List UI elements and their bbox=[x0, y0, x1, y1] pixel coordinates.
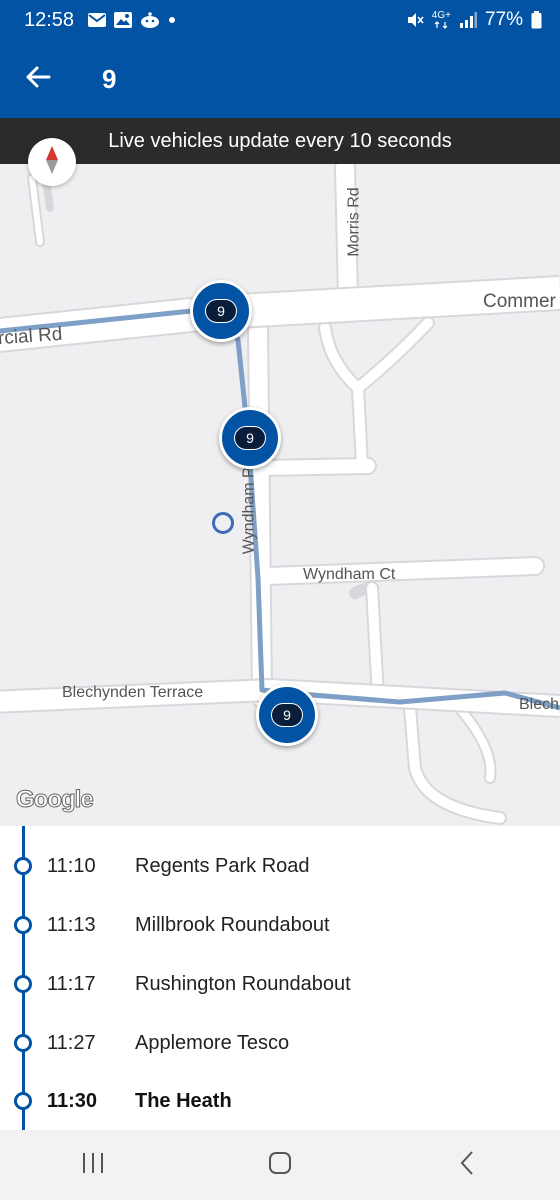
app-bar: 9 bbox=[0, 40, 560, 118]
reddit-icon bbox=[140, 12, 160, 28]
road-label: Blechynden Terrace bbox=[62, 684, 204, 701]
stop-time: 11:30 bbox=[47, 1089, 98, 1112]
back-chevron-icon bbox=[458, 1150, 476, 1181]
road-label: Blech bbox=[519, 696, 560, 713]
mute-icon bbox=[406, 11, 424, 29]
signal-icon bbox=[459, 12, 477, 28]
system-nav-bar bbox=[0, 1130, 560, 1200]
stop-time: 11:10 bbox=[47, 854, 96, 877]
status-bar: 12:58 4G+ 77% bbox=[0, 0, 560, 40]
bus-stop-marker[interactable] bbox=[212, 512, 234, 534]
road-label: Wyndham Pl bbox=[240, 463, 258, 555]
stop-time: 11:27 bbox=[47, 1031, 96, 1054]
recents-button[interactable] bbox=[53, 1135, 133, 1195]
compass-icon bbox=[42, 145, 62, 180]
stop-time: 11:13 bbox=[47, 913, 96, 936]
stop-circle-icon bbox=[14, 857, 32, 875]
bus-marker[interactable]: 9 bbox=[219, 407, 281, 469]
image-icon bbox=[114, 12, 133, 28]
stop-circle-icon bbox=[14, 916, 32, 934]
list-item[interactable]: 11:10 Regents Park Road bbox=[0, 837, 560, 895]
list-item[interactable]: 11:30 The Heath bbox=[0, 1072, 560, 1130]
arrow-left-icon bbox=[25, 65, 51, 94]
battery-icon bbox=[531, 11, 542, 29]
stop-circle-icon bbox=[14, 975, 32, 993]
home-icon bbox=[267, 1150, 293, 1181]
route-map[interactable]: Commer rcial Rd Morris Rd Wyndham Pl Wyn… bbox=[0, 118, 560, 826]
road-label: Morris Rd bbox=[345, 187, 363, 257]
road-label: Wyndham Ct bbox=[303, 566, 396, 583]
dot-icon bbox=[168, 16, 176, 24]
bus-route-badge: 9 bbox=[271, 703, 303, 727]
bus-route-badge: 9 bbox=[234, 426, 266, 450]
bus-marker[interactable]: 9 bbox=[256, 684, 318, 746]
home-button[interactable] bbox=[240, 1135, 320, 1195]
back-button[interactable] bbox=[0, 40, 76, 118]
status-time: 12:58 bbox=[24, 8, 75, 31]
recents-icon bbox=[80, 1151, 106, 1180]
stops-list: 11:10 Regents Park Road 11:13 Millbrook … bbox=[0, 826, 560, 1200]
route-title: 9 bbox=[102, 63, 117, 94]
bus-marker[interactable]: 9 bbox=[190, 280, 252, 342]
stop-name: Regents Park Road bbox=[135, 854, 310, 877]
list-item[interactable]: 11:17 Rushington Roundabout bbox=[0, 955, 560, 1013]
mail-icon bbox=[88, 13, 107, 27]
route-line bbox=[0, 305, 560, 711]
list-item[interactable]: 11:27 Applemore Tesco bbox=[0, 1014, 560, 1072]
system-back-button[interactable] bbox=[427, 1135, 507, 1195]
road-label: rcial Rd bbox=[0, 323, 64, 350]
road-label: Commer bbox=[483, 291, 556, 312]
compass-button[interactable] bbox=[28, 138, 76, 186]
live-update-banner: Live vehicles update every 10 seconds bbox=[0, 118, 560, 164]
stop-circle-icon bbox=[14, 1034, 32, 1052]
stop-name: Applemore Tesco bbox=[135, 1031, 290, 1054]
battery-percent: 77% bbox=[484, 9, 523, 30]
stop-time: 11:17 bbox=[47, 972, 96, 995]
bus-route-badge: 9 bbox=[205, 299, 237, 323]
list-item[interactable]: 11:13 Millbrook Roundabout bbox=[0, 896, 560, 954]
google-logo: Google bbox=[16, 786, 95, 814]
network-4g-icon: 4G+ bbox=[432, 11, 451, 29]
stop-name: The Heath bbox=[135, 1089, 232, 1112]
stop-name: Rushington Roundabout bbox=[135, 972, 351, 995]
stop-name: Millbrook Roundabout bbox=[135, 913, 330, 936]
network-label: 4G+ bbox=[431, 10, 451, 21]
stop-circle-icon bbox=[14, 1092, 32, 1110]
